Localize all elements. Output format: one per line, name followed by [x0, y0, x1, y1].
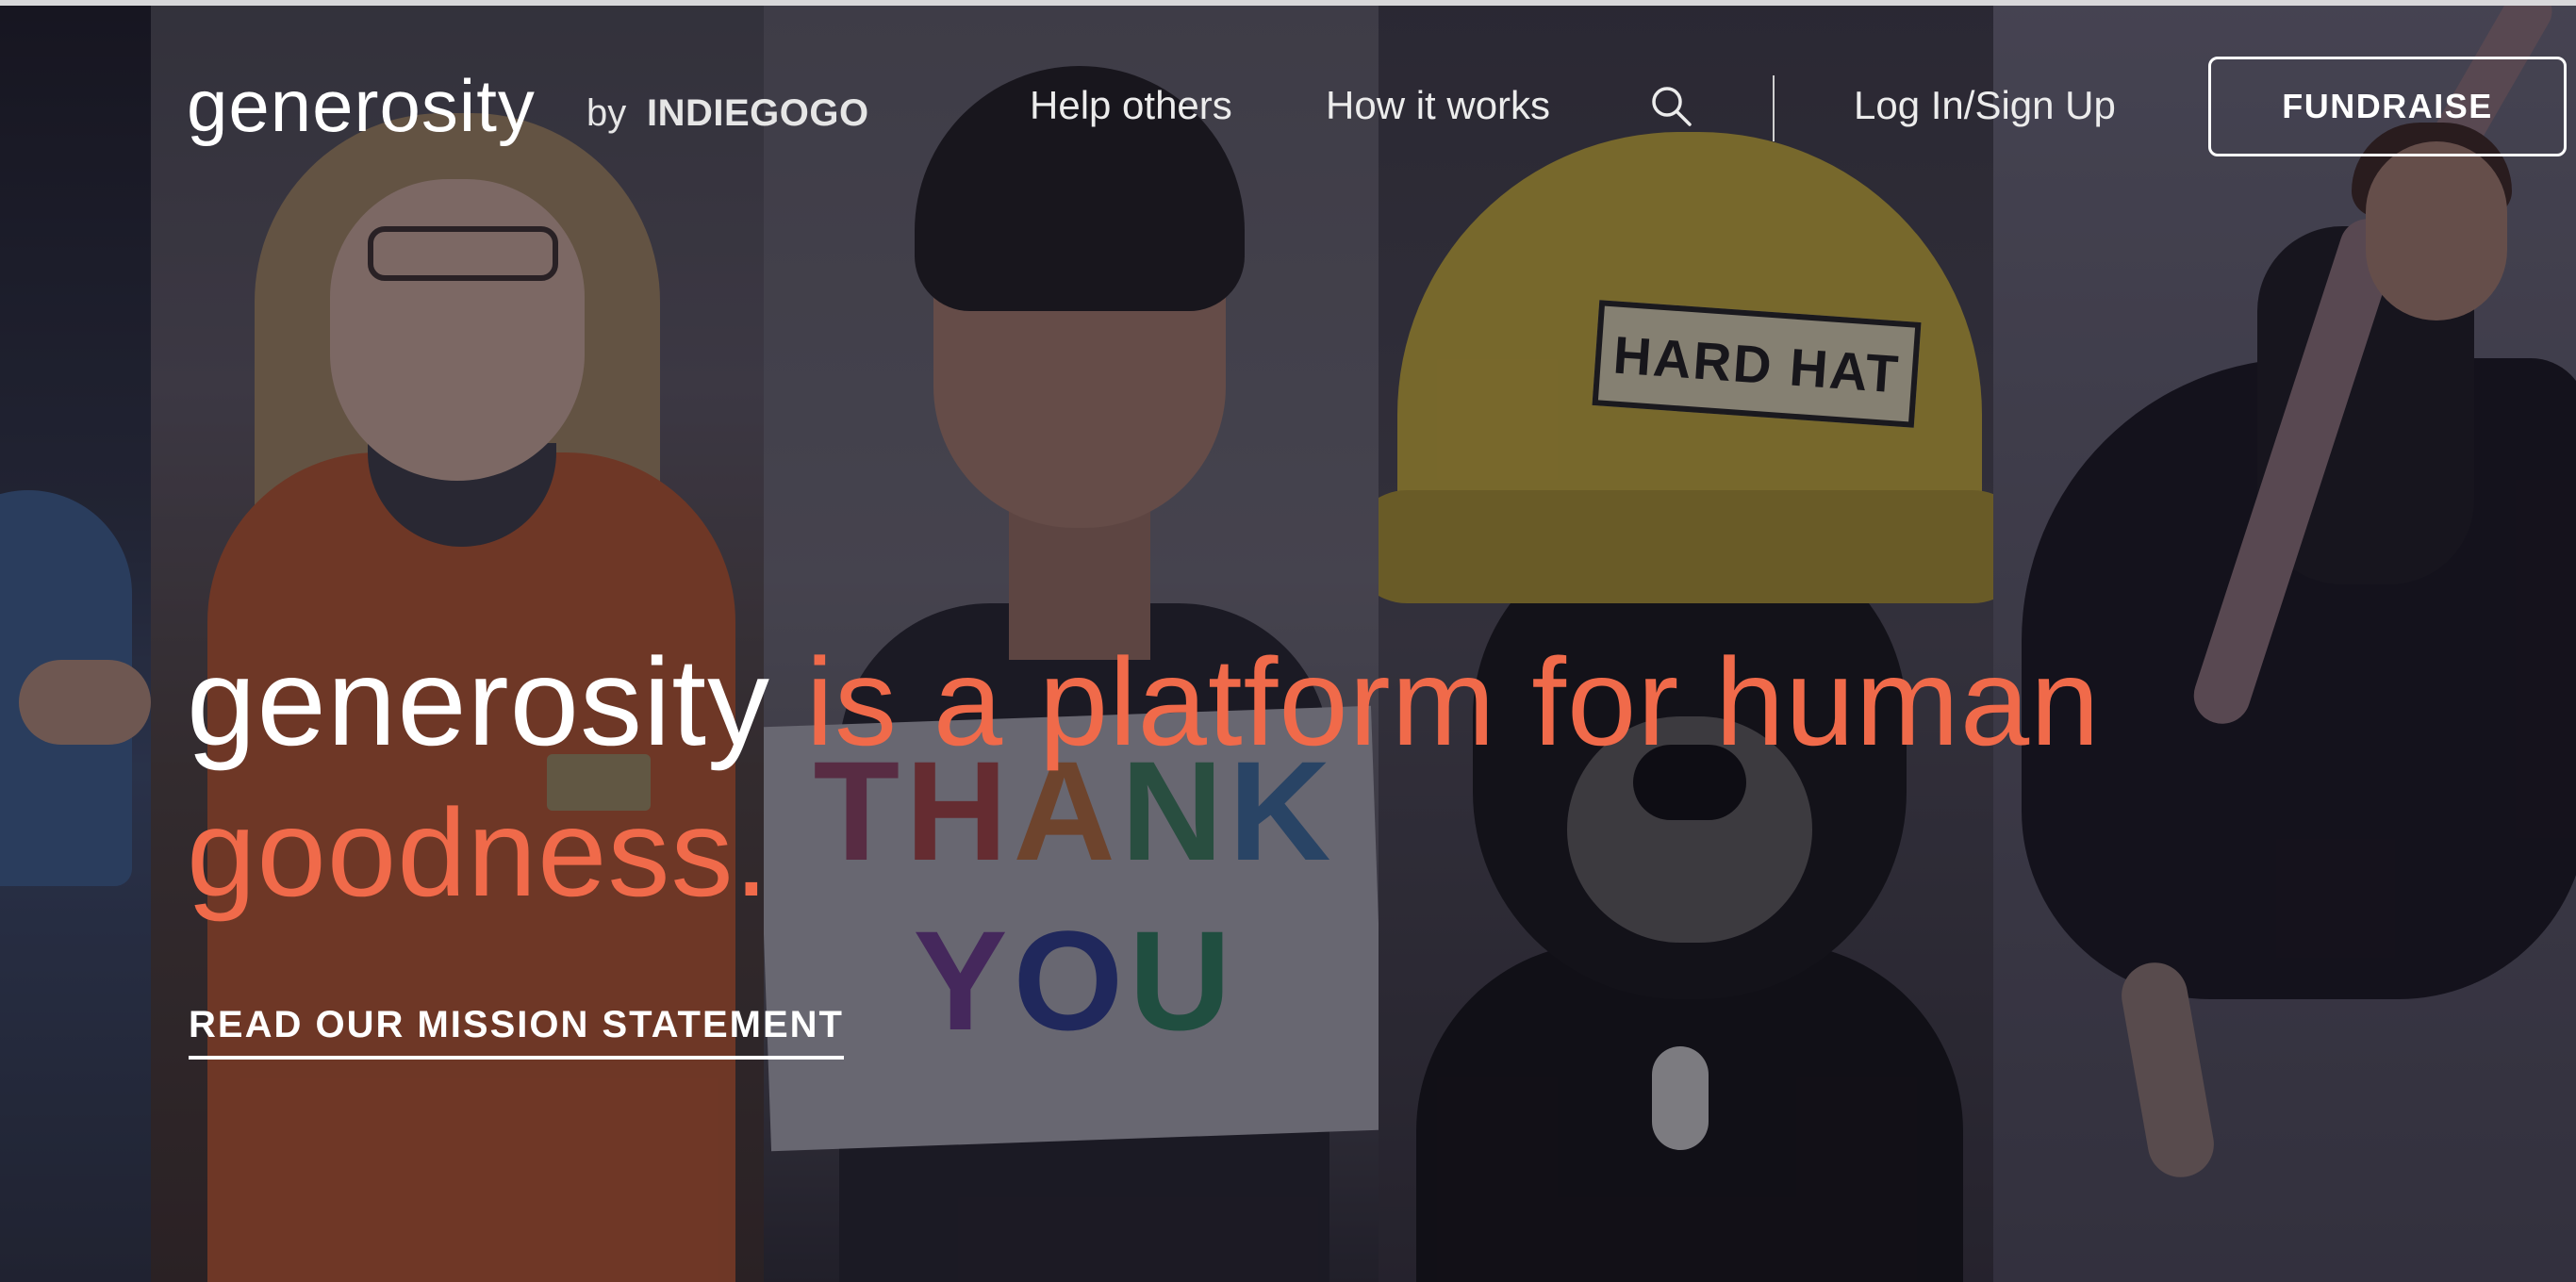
logo-generosity[interactable]: generosity	[187, 58, 536, 153]
logo-indiegogo: INDIEGOGO	[647, 92, 869, 134]
headline-tagline-end: goodness.	[187, 783, 770, 922]
headline-brand: generosity	[187, 633, 771, 771]
nav-divider	[1773, 75, 1775, 141]
browser-top-edge	[0, 0, 2576, 6]
nav-help-others[interactable]: Help others	[1030, 79, 1232, 132]
mission-statement-link[interactable]: READ OUR MISSION STATEMENT	[189, 999, 844, 1060]
search-icon[interactable]	[1648, 83, 1693, 128]
logo-by-text: by	[586, 92, 627, 134]
hero-headline: generosity is a platform for human goodn…	[187, 627, 2167, 929]
hero-section: THANK YOU HARD HAT generosity by INDIEGO…	[0, 0, 2576, 1282]
nav-how-it-works[interactable]: How it works	[1326, 79, 1550, 132]
fundraise-button[interactable]: FUNDRAISE	[2208, 57, 2567, 156]
headline-tagline: is a platform for human	[770, 633, 2101, 771]
nav-login-signup[interactable]: Log In/Sign Up	[1854, 79, 2116, 132]
site-header: generosity by INDIEGOGO Help others How …	[0, 0, 2576, 217]
